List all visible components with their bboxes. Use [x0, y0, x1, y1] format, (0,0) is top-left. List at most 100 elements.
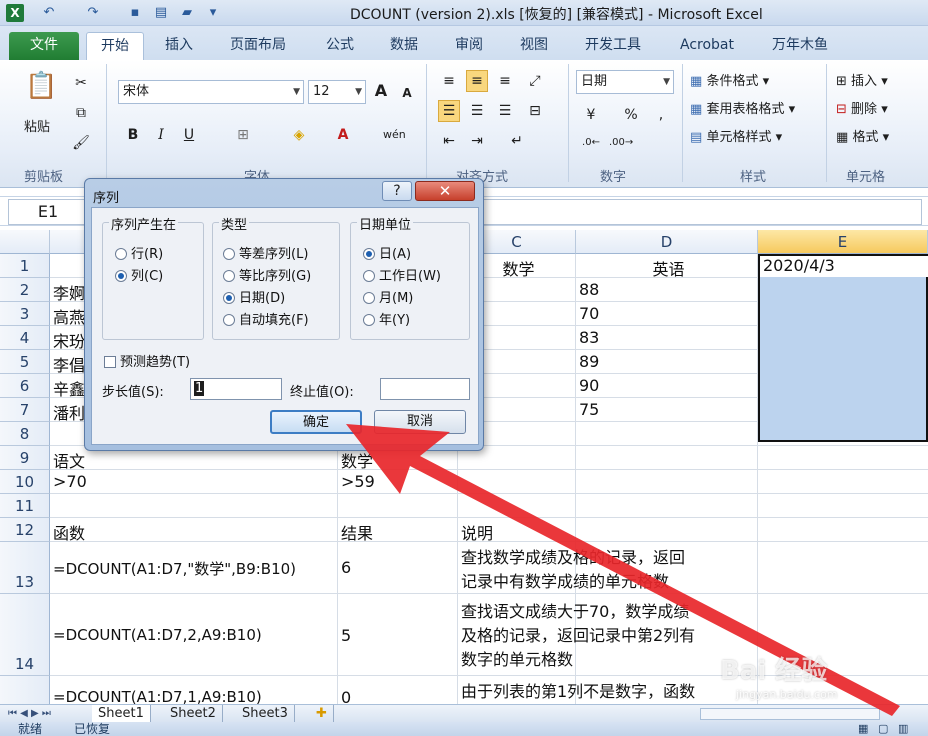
cell-a10[interactable]: >70	[50, 472, 87, 491]
cell-d7[interactable]: 75	[576, 400, 599, 419]
decrease-indent-icon[interactable]: ⇤	[438, 130, 460, 152]
cell-a9[interactable]: 语文	[50, 448, 85, 472]
cell-b15[interactable]: 0	[338, 688, 351, 704]
format-painter-icon[interactable]: 🖌	[70, 132, 92, 154]
ok-button[interactable]: 确定	[270, 410, 362, 434]
sheet-tab-2[interactable]: Sheet2	[164, 705, 223, 723]
format-cells-button[interactable]: ▦ 格式 ▾	[836, 126, 889, 145]
italic-button[interactable]: I	[150, 124, 172, 146]
cell-c15[interactable]: 由于列表的第1列不是数字，函数	[458, 678, 758, 702]
print-icon[interactable]: ▤	[152, 4, 170, 22]
font-size-select[interactable]: 12 ▼	[308, 80, 366, 104]
cell-d1[interactable]: 英语	[576, 256, 758, 280]
tab-view[interactable]: 视图	[520, 32, 548, 60]
row-header[interactable]: 2	[0, 278, 50, 302]
delete-cells-button[interactable]: ⊟ 删除 ▾	[836, 98, 888, 117]
cell-c14-line3[interactable]: 数字的单元格数	[458, 646, 758, 670]
radio-columns[interactable]: 列(C)	[115, 265, 163, 284]
row-header[interactable]: 9	[0, 446, 50, 470]
format-as-table-button[interactable]: ▦ 套用表格格式 ▾	[690, 98, 795, 117]
row-header[interactable]: 5	[0, 350, 50, 374]
row-header[interactable]	[0, 676, 50, 704]
new-sheet-icon[interactable]: ✚	[310, 705, 334, 723]
align-center-icon[interactable]: ☰	[466, 100, 488, 122]
save-icon[interactable]: ▪	[126, 4, 144, 22]
grow-font-icon[interactable]: A	[370, 80, 392, 102]
cell-a3[interactable]: 高燕	[50, 304, 85, 328]
cut-icon[interactable]: ✂	[70, 72, 92, 94]
radio-date[interactable]: 日期(D)	[223, 287, 285, 306]
cell-c14-line2[interactable]: 及格的记录，返回记录中第2列有	[458, 622, 758, 646]
row-header[interactable]: 4	[0, 326, 50, 350]
tab-review[interactable]: 审阅	[455, 32, 483, 60]
row-header[interactable]: 7	[0, 398, 50, 422]
radio-linear[interactable]: 等差序列(L)	[223, 243, 308, 262]
merge-center-icon[interactable]: ⊟	[524, 100, 546, 122]
radio-rows[interactable]: 行(R)	[115, 243, 163, 262]
cell-b12[interactable]: 结果	[338, 520, 373, 544]
fill-color-icon[interactable]: ◈	[288, 124, 310, 146]
tab-wannian[interactable]: 万年木鱼	[772, 32, 828, 60]
tab-page-layout[interactable]: 页面布局	[230, 32, 286, 60]
cell-d6[interactable]: 90	[576, 376, 599, 395]
tab-data[interactable]: 数据	[390, 32, 418, 60]
number-format-select[interactable]: 日期 ▼	[576, 70, 674, 94]
column-header-e[interactable]: E	[758, 230, 928, 254]
radio-day[interactable]: 日(A)	[363, 243, 411, 262]
row-header[interactable]: 8	[0, 422, 50, 446]
cell-a5[interactable]: 李倡	[50, 352, 85, 376]
currency-icon[interactable]: ¥	[580, 104, 602, 126]
close-button[interactable]: ✕	[415, 181, 475, 201]
cell-a14[interactable]: =DCOUNT(A1:D7,2,A9:B10)	[50, 626, 338, 644]
row-header[interactable]: 13	[0, 542, 50, 594]
tab-acrobat[interactable]: Acrobat	[680, 32, 734, 60]
insert-cells-button[interactable]: ⊞ 插入 ▾	[836, 70, 888, 89]
row-header[interactable]: 14	[0, 594, 50, 676]
radio-growth[interactable]: 等比序列(G)	[223, 265, 311, 284]
cell-a13[interactable]: =DCOUNT(A1:D7,"数学",B9:B10)	[50, 558, 338, 579]
name-box[interactable]: E1	[8, 199, 88, 225]
cell-d2[interactable]: 88	[576, 280, 599, 299]
cell-styles-button[interactable]: ▤ 单元格样式 ▾	[690, 126, 782, 145]
open-folder-icon[interactable]: ▰	[178, 4, 196, 22]
horizontal-scrollbar[interactable]	[700, 708, 880, 720]
underline-button[interactable]: U	[178, 124, 200, 146]
selected-range[interactable]	[758, 254, 928, 442]
increase-decimal-icon[interactable]: .0←	[580, 132, 602, 154]
font-name-select[interactable]: 宋体 ▼	[118, 80, 304, 104]
redo-icon[interactable]: ↷	[84, 4, 102, 22]
cell-a2[interactable]: 李婀	[50, 280, 85, 304]
row-header[interactable]: 6	[0, 374, 50, 398]
align-right-icon[interactable]: ☰	[494, 100, 516, 122]
border-icon[interactable]: ⊞	[232, 124, 254, 146]
help-button[interactable]: ?	[382, 181, 412, 201]
row-header[interactable]: 1	[0, 254, 50, 278]
tab-file[interactable]: 文件	[9, 32, 79, 60]
orientation-icon[interactable]: ⤢	[524, 70, 546, 92]
paste-icon[interactable]: 📋	[24, 66, 58, 106]
percent-button[interactable]: %	[620, 104, 642, 126]
undo-icon[interactable]: ↶	[40, 4, 58, 22]
select-all-corner[interactable]	[0, 230, 50, 254]
cell-a12[interactable]: 函数	[50, 520, 85, 544]
tab-formulas[interactable]: 公式	[326, 32, 354, 60]
increase-indent-icon[interactable]: ⇥	[466, 130, 488, 152]
cell-c13-line2[interactable]: 记录中有数学成绩的单元格数	[458, 568, 758, 592]
cell-a4[interactable]: 宋玢	[50, 328, 85, 352]
cancel-button[interactable]: 取消	[374, 410, 466, 434]
cell-c14-line1[interactable]: 查找语文成绩大于70，数学成绩	[458, 598, 758, 622]
sheet-nav-arrows-icon[interactable]: ⏮ ◀ ▶ ⏭	[8, 705, 51, 722]
cell-b10[interactable]: >59	[338, 472, 375, 491]
align-top-icon[interactable]: ≡	[438, 70, 460, 92]
trend-checkbox[interactable]: 预测趋势(T)	[104, 351, 190, 370]
cell-c12[interactable]: 说明	[458, 520, 493, 544]
phonetic-icon[interactable]: wén	[382, 124, 406, 146]
cell-d3[interactable]: 70	[576, 304, 599, 323]
align-middle-icon[interactable]: ≡	[466, 70, 488, 92]
cell-a6[interactable]: 辛鑫	[50, 376, 85, 400]
tab-developer[interactable]: 开发工具	[585, 32, 641, 60]
stop-value-input[interactable]	[380, 378, 470, 400]
shrink-font-icon[interactable]: A	[396, 82, 418, 104]
cell-d5[interactable]: 89	[576, 352, 599, 371]
row-header[interactable]: 12	[0, 518, 50, 542]
